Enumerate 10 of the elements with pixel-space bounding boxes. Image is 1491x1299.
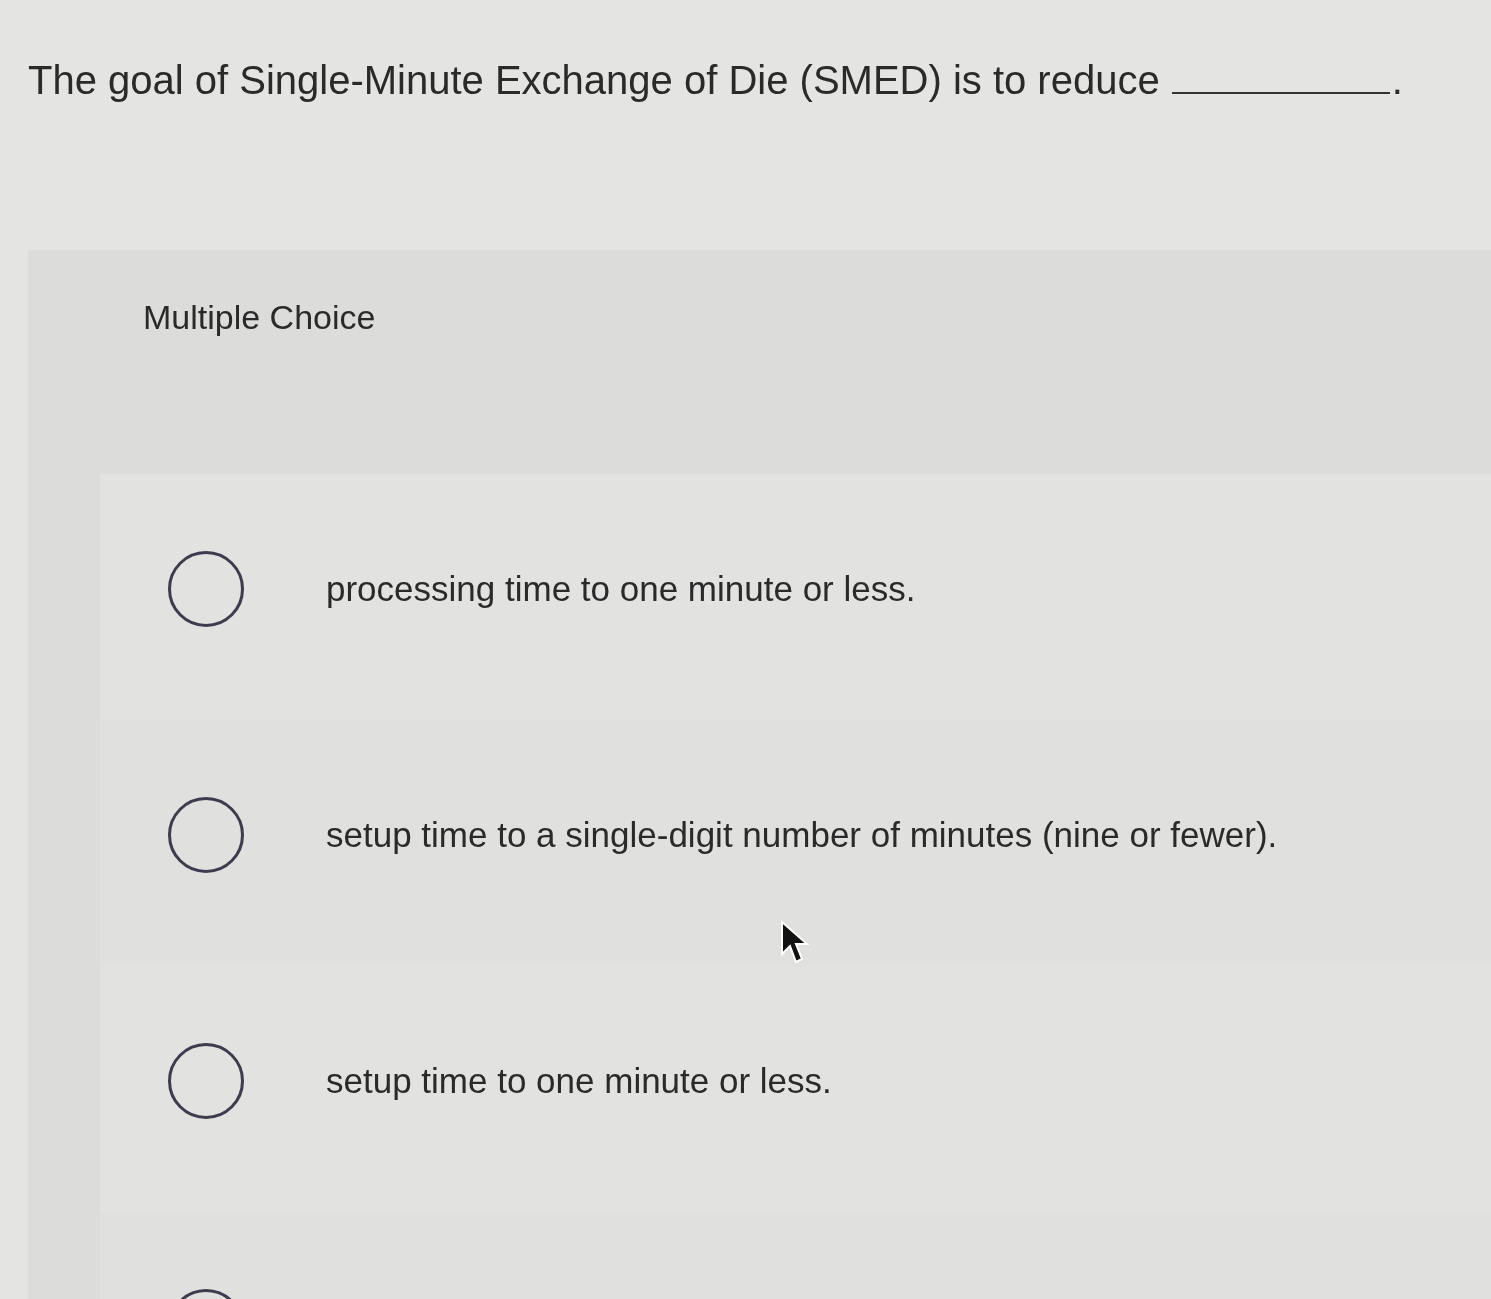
radio-button[interactable] xyxy=(168,1043,244,1119)
cursor-icon xyxy=(780,920,810,966)
option-label[interactable]: setup time to one minute or less. xyxy=(326,1061,832,1101)
section-title: Multiple Choice xyxy=(142,297,377,338)
option-label[interactable]: setup time to a single-digit number of minutes (nine or fewer). xyxy=(326,815,1278,855)
radio-button[interactable] xyxy=(168,551,244,627)
option-label[interactable]: processing time to one minute or less. xyxy=(326,569,916,609)
question-text: The goal of Single-Minute Exchange of Die (SMED) is to reduce xyxy=(28,57,1160,104)
question-period: . xyxy=(1391,57,1403,104)
radio-button[interactable] xyxy=(168,797,244,873)
